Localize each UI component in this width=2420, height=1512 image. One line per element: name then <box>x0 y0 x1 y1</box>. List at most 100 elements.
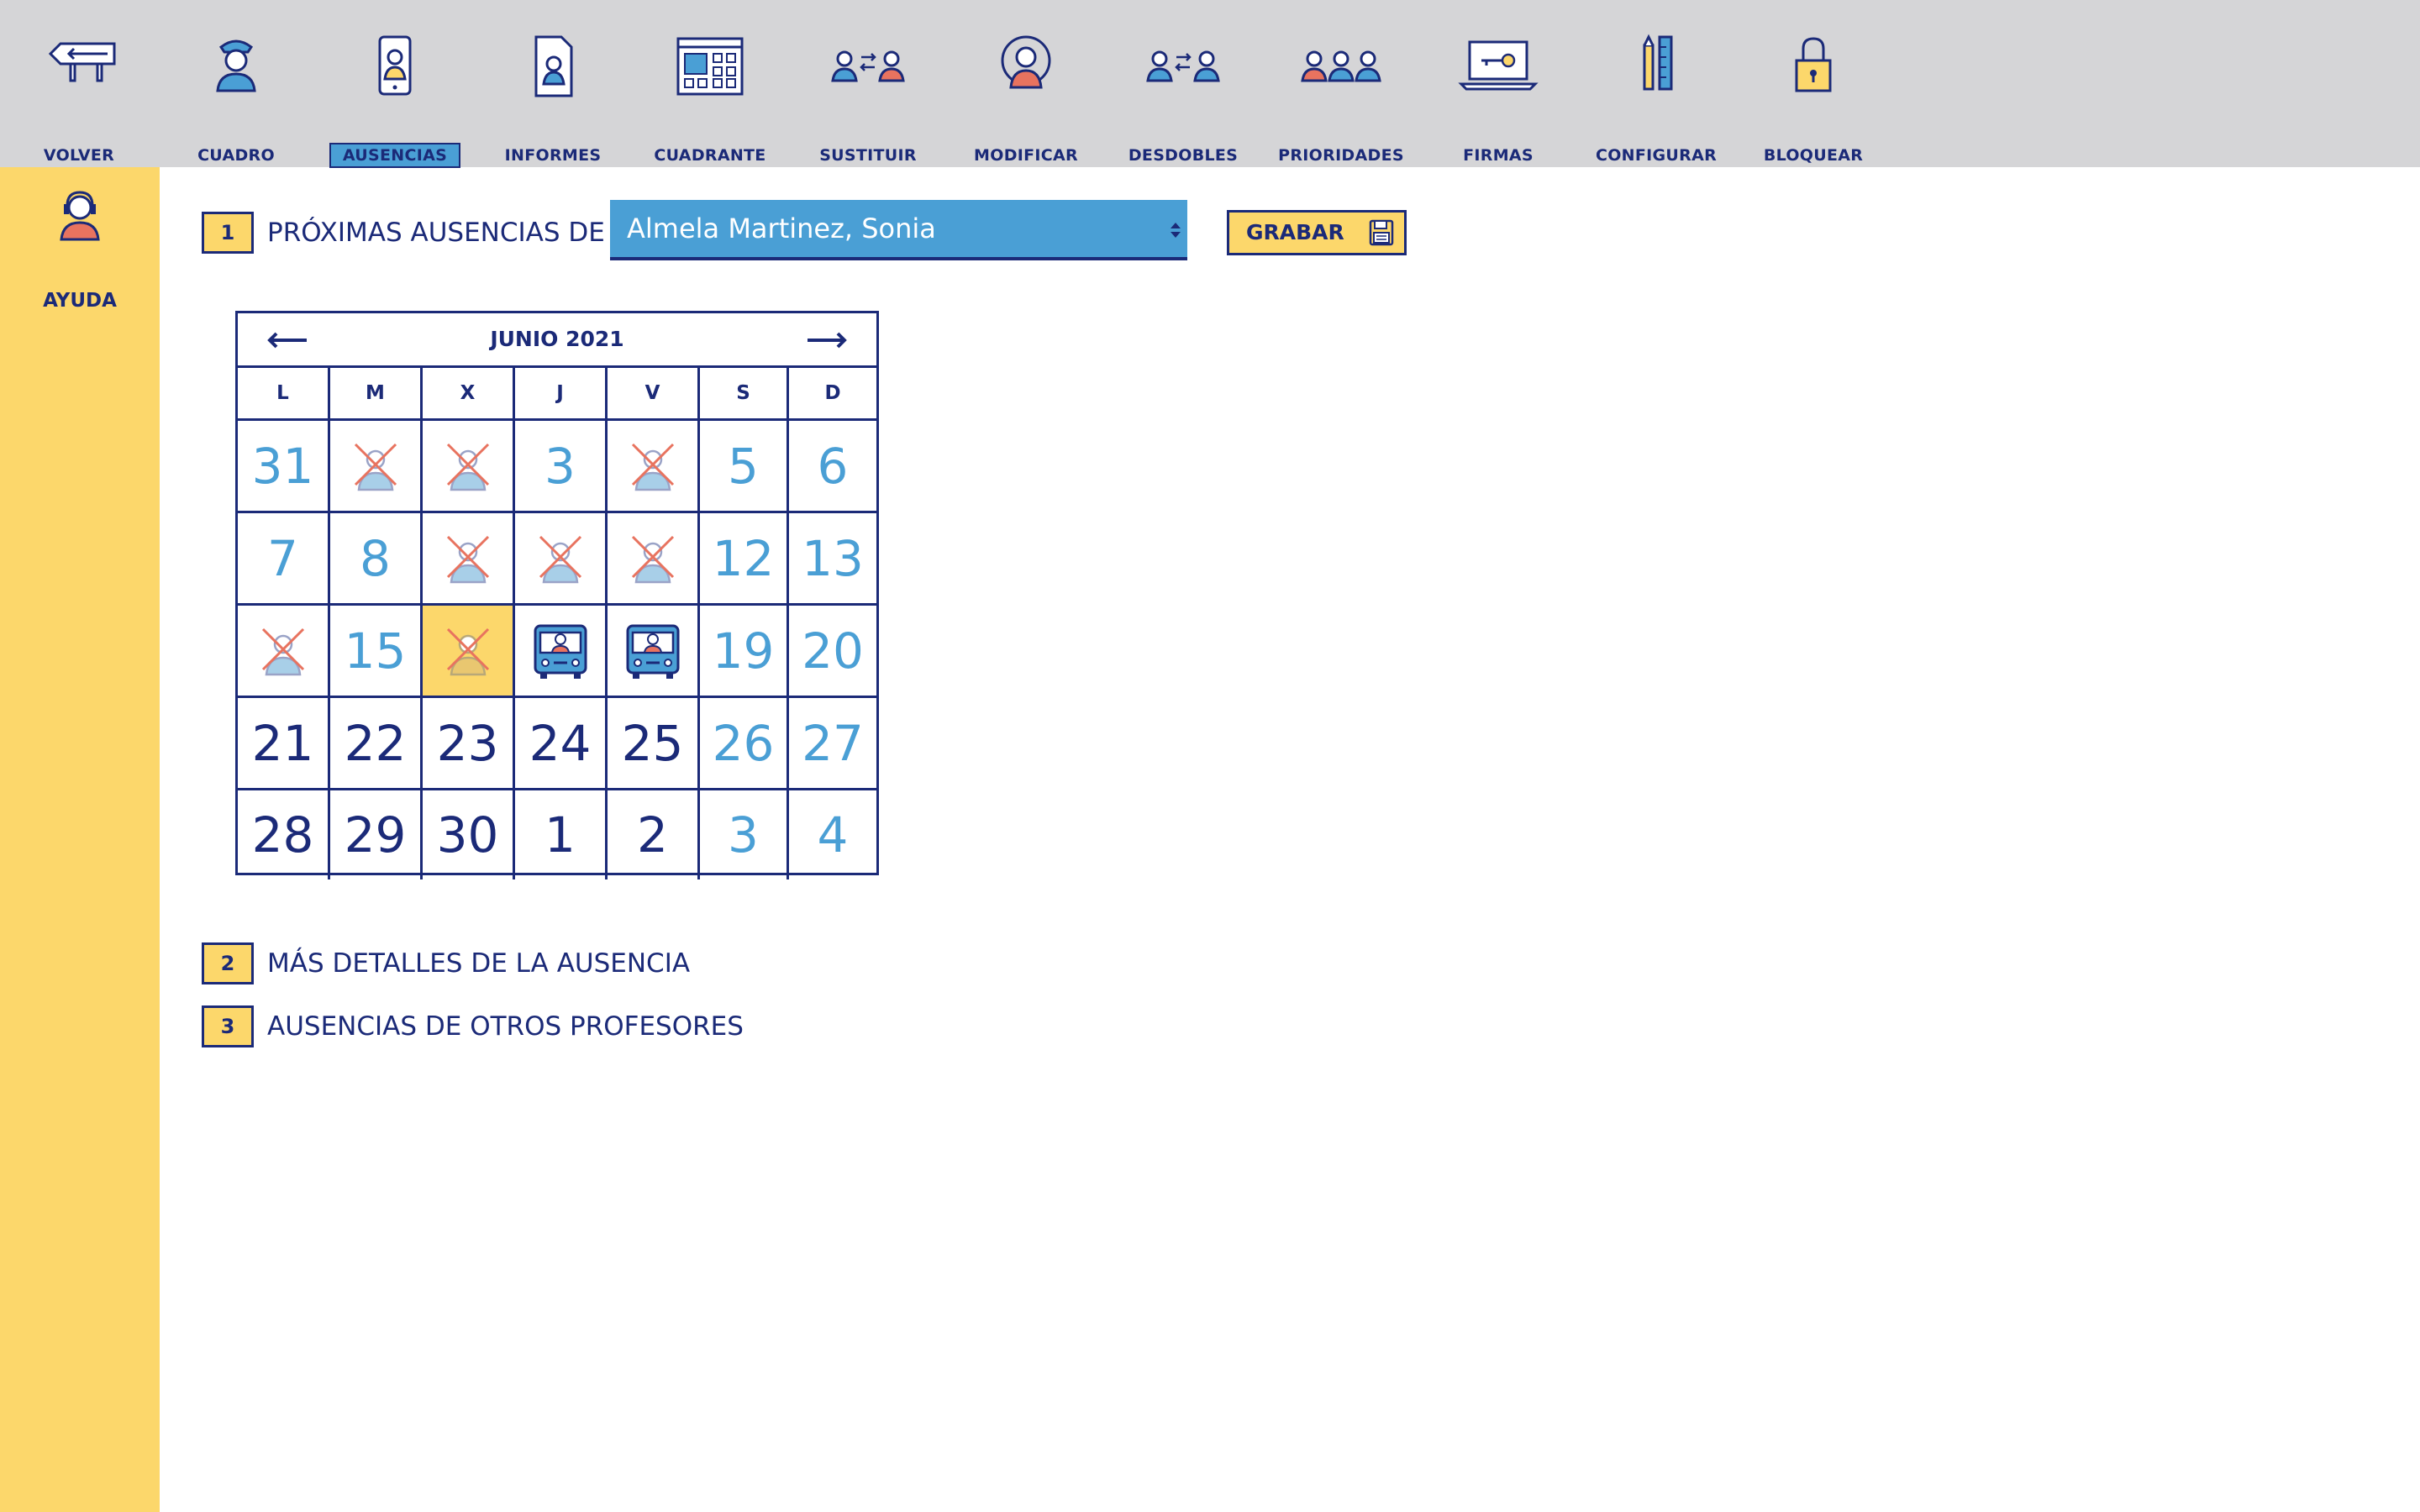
help-label: AYUDA <box>43 290 117 312</box>
calendar-day-absence[interactable] <box>608 421 700 513</box>
calendar-day-excursion[interactable] <box>515 606 608 698</box>
absence-crossed-person-icon <box>539 535 581 583</box>
calendar-day-absence[interactable] <box>238 606 330 698</box>
calendar-day[interactable]: 31 <box>238 421 330 513</box>
toolbar-label: MODIFICAR <box>974 146 1078 165</box>
save-button[interactable]: GRABAR <box>1227 210 1407 255</box>
calendar-day[interactable]: 15 <box>330 606 423 698</box>
calendar-day[interactable]: 13 <box>789 513 876 606</box>
toolbar-cuadro[interactable]: CUADRO <box>165 25 308 165</box>
weekday-label: V <box>608 368 700 421</box>
toolbar-cuadrante[interactable]: CUADRANTE <box>639 25 781 165</box>
modify-person-icon <box>1001 35 1051 89</box>
section-number: 1 <box>202 212 254 254</box>
calendar-day-excursion[interactable] <box>608 606 700 698</box>
toolbar-desdobles[interactable]: DESDOBLES <box>1112 25 1255 165</box>
calendar-day-absence[interactable] <box>423 513 515 606</box>
calendar-week: 7 8 12 13 <box>238 513 876 606</box>
calendar-day[interactable]: 24 <box>515 698 608 790</box>
calendar-day[interactable]: 5 <box>700 421 789 513</box>
calendar-day[interactable]: 23 <box>423 698 515 790</box>
bus-icon <box>534 624 587 679</box>
toolbar-prioridades[interactable]: PRIORIDADES <box>1270 25 1413 165</box>
toolbar-label: SUSTITUIR <box>819 146 917 165</box>
calendar-grid-icon <box>676 37 744 96</box>
report-icon <box>534 35 573 97</box>
calendar-day[interactable]: 29 <box>330 790 423 879</box>
calendar-day[interactable]: 1 <box>515 790 608 879</box>
absence-crossed-person-icon <box>631 443 674 491</box>
toolbar-configurar[interactable]: CONFIGURAR <box>1585 25 1728 165</box>
calendar-day[interactable]: 8 <box>330 513 423 606</box>
phone-person-icon <box>378 35 412 96</box>
toolbar-label: CUADRO <box>197 146 275 165</box>
swap-people-icon <box>831 50 905 82</box>
calendar-header: JUNIO 2021 <box>238 313 876 368</box>
toolbar-bloquear[interactable]: BLOQUEAR <box>1742 25 1885 165</box>
toolbar-firmas[interactable]: FIRMAS <box>1427 25 1570 165</box>
laptop-key-icon <box>1458 40 1539 91</box>
calendar-day[interactable]: 3 <box>700 790 789 879</box>
calendar-day-absence[interactable] <box>608 513 700 606</box>
toolbar-sustituir[interactable]: SUSTITUIR <box>797 25 939 165</box>
calendar-day[interactable]: 2 <box>608 790 700 879</box>
calendar-day-absence[interactable] <box>330 421 423 513</box>
calendar-day-absence-selected[interactable] <box>423 606 515 698</box>
weekday-label: M <box>330 368 423 421</box>
calendar-day-absence[interactable] <box>515 513 608 606</box>
floppy-disk-icon <box>1369 219 1394 246</box>
calendar-day[interactable]: 6 <box>789 421 876 513</box>
calendar-day[interactable]: 26 <box>700 698 789 790</box>
toolbar-label: CUADRANTE <box>654 146 766 165</box>
calendar-day[interactable]: 12 <box>700 513 789 606</box>
teacher-select[interactable]: Almela Martinez, Sonia <box>610 200 1187 260</box>
toolbar-label: AUSENCIAS <box>329 143 461 168</box>
split-people-icon <box>1146 50 1220 82</box>
toolbar-label: VOLVER <box>43 146 115 165</box>
absence-crossed-person-icon <box>446 627 489 675</box>
toolbar-volver[interactable]: VOLVER <box>8 25 150 165</box>
calendar-day[interactable]: 21 <box>238 698 330 790</box>
arrow-left-icon[interactable] <box>263 323 313 357</box>
calendar-week: 15 19 20 <box>238 606 876 698</box>
calendar-day[interactable]: 30 <box>423 790 515 879</box>
calendar-day[interactable]: 25 <box>608 698 700 790</box>
select-arrows-icon <box>1171 223 1181 238</box>
toolbar-modificar[interactable]: MODIFICAR <box>955 25 1097 165</box>
toolbar-label: INFORMES <box>504 146 602 165</box>
top-toolbar: VOLVER CUADRO AUSENCIAS INFORMES CUADRAN… <box>0 0 2420 168</box>
weekday-label: S <box>700 368 789 421</box>
absence-crossed-person-icon <box>354 443 397 491</box>
calendar-week: 21 22 23 24 25 26 27 <box>238 698 876 790</box>
calendar-day[interactable]: 22 <box>330 698 423 790</box>
weekday-label: D <box>789 368 876 421</box>
calendar-day[interactable]: 20 <box>789 606 876 698</box>
toolbar-informes[interactable]: INFORMES <box>481 25 624 165</box>
help-button[interactable]: AYUDA <box>21 187 139 312</box>
absence-crossed-person-icon <box>261 627 304 675</box>
calendar-day[interactable]: 27 <box>789 698 876 790</box>
calendar-day[interactable]: 7 <box>238 513 330 606</box>
calendar-day[interactable]: 4 <box>789 790 876 879</box>
weekday-label: L <box>238 368 330 421</box>
toolbar-label: CONFIGURAR <box>1595 146 1718 165</box>
absence-crossed-person-icon <box>446 535 489 583</box>
calendar-day-absence[interactable] <box>423 421 515 513</box>
toolbar-ausencias[interactable]: AUSENCIAS <box>324 25 466 168</box>
toolbar-label: BLOQUEAR <box>1763 146 1864 165</box>
section-title: PRÓXIMAS AUSENCIAS DE <box>267 218 605 248</box>
group-icon <box>1301 50 1381 82</box>
calendar-day[interactable]: 19 <box>700 606 789 698</box>
section-title: AUSENCIAS DE OTROS PROFESORES <box>267 1011 744 1042</box>
section-number: 3 <box>202 1005 254 1047</box>
teacher-select-value: Almela Martinez, Sonia <box>627 213 936 244</box>
calendar-day[interactable]: 28 <box>238 790 330 879</box>
calendar-week: 31 3 5 6 <box>238 421 876 513</box>
arrow-right-icon[interactable] <box>801 323 851 357</box>
bus-icon <box>626 624 679 679</box>
calendar-day[interactable]: 3 <box>515 421 608 513</box>
save-label: GRABAR <box>1246 220 1344 244</box>
help-person-icon <box>60 191 100 241</box>
absence-crossed-person-icon <box>446 443 489 491</box>
back-sign-icon <box>48 42 116 82</box>
